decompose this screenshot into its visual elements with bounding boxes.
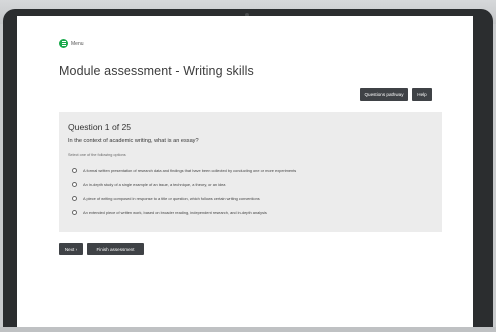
option-3[interactable]: A piece of writing composed in response … bbox=[72, 196, 260, 201]
menu-icon bbox=[59, 39, 68, 48]
radio-button[interactable] bbox=[72, 196, 77, 201]
menu-button[interactable]: Menu bbox=[59, 39, 84, 48]
screen: Menu Module assessment - Writing skills … bbox=[17, 16, 473, 328]
radio-button[interactable] bbox=[72, 182, 77, 187]
next-button[interactable]: Next › bbox=[59, 243, 83, 255]
question-number: Question 1 of 25 bbox=[68, 122, 132, 132]
help-button[interactable]: Help bbox=[412, 88, 432, 101]
option-2[interactable]: An in-depth study of a single example of… bbox=[72, 182, 225, 187]
option-label: A piece of writing composed in response … bbox=[83, 196, 260, 201]
radio-button[interactable] bbox=[72, 168, 77, 173]
page-title: Module assessment - Writing skills bbox=[59, 64, 254, 78]
radio-button[interactable] bbox=[72, 210, 77, 215]
option-label: An in-depth study of a single example of… bbox=[83, 182, 226, 187]
questions-pathway-button[interactable]: Questions pathway bbox=[360, 88, 408, 101]
option-label: A formal written presentation of researc… bbox=[83, 168, 297, 173]
finish-assessment-button[interactable]: Finish assessment bbox=[87, 243, 144, 255]
option-label: An extended piece of written work, based… bbox=[83, 210, 267, 215]
question-instruction: Select one of the following options bbox=[68, 153, 126, 157]
menu-label: Menu bbox=[71, 40, 84, 47]
question-text: In the context of academic writing, what… bbox=[68, 138, 199, 144]
desk-surface bbox=[0, 327, 496, 332]
option-1[interactable]: A formal written presentation of researc… bbox=[72, 168, 296, 173]
option-4[interactable]: An extended piece of written work, based… bbox=[72, 210, 267, 215]
question-panel: Question 1 of 25 In the context of acade… bbox=[59, 112, 442, 232]
